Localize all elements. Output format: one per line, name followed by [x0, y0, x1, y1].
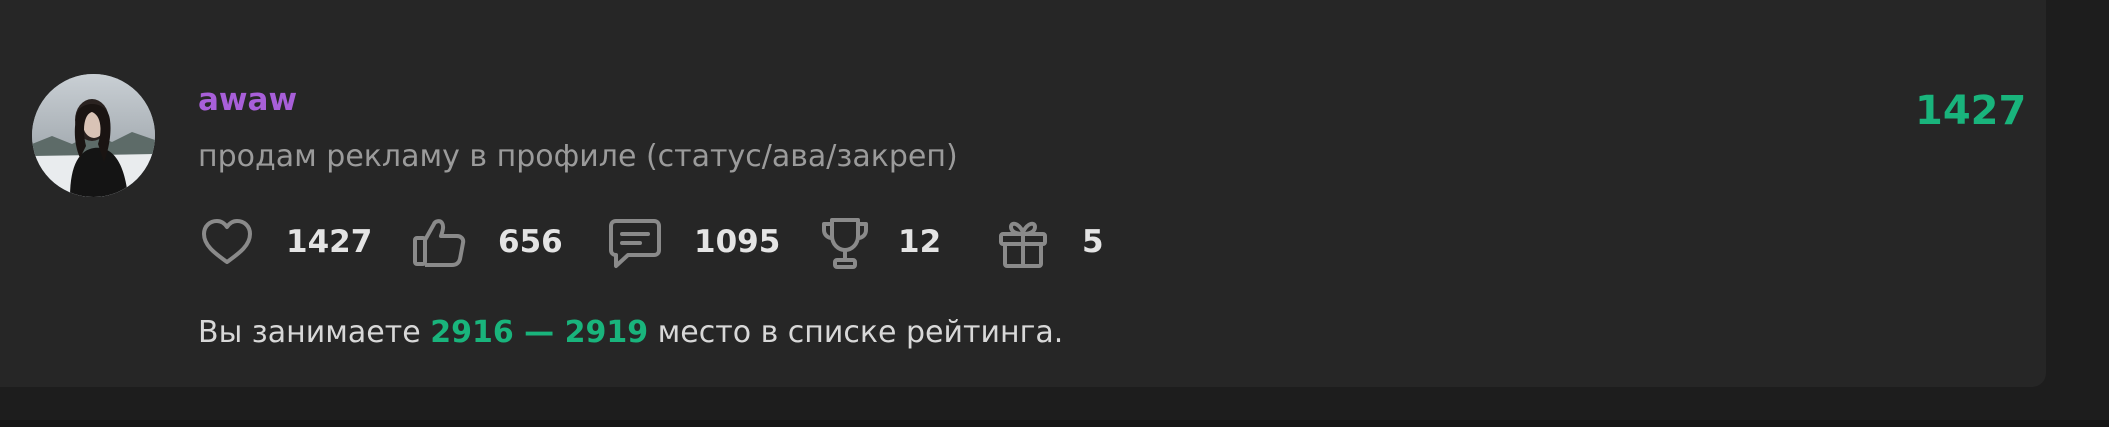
profile-status: продам рекламу в профиле (статус/ава/зак…: [198, 139, 958, 174]
username[interactable]: awaw: [198, 80, 297, 120]
score-value: 1427: [1915, 88, 2027, 134]
trophies-count: 12: [898, 224, 942, 260]
comment-icon[interactable]: [606, 214, 664, 272]
gift-icon[interactable]: [994, 214, 1052, 272]
gifts-count: 5: [1082, 224, 1104, 260]
likes-count: 1427: [286, 224, 373, 260]
rank-prefix: Вы занимаете: [198, 315, 431, 350]
rank-text: Вы занимаете 2916 — 2919 место в списке …: [198, 313, 1063, 353]
rank-suffix: место в списке рейтинга.: [648, 315, 1064, 350]
heart-icon[interactable]: [198, 214, 256, 272]
rating-count: 656: [498, 224, 563, 260]
trophy-icon[interactable]: [816, 214, 874, 272]
comments-count: 1095: [694, 224, 781, 260]
thumbs-up-icon[interactable]: [410, 214, 468, 272]
profile-card: awaw продам рекламу в профиле (статус/ав…: [0, 0, 2046, 387]
rank-range: 2916 — 2919: [430, 315, 649, 350]
bottom-divider: [0, 420, 2109, 427]
avatar[interactable]: [32, 74, 155, 197]
avatar-photo-icon: [32, 74, 155, 197]
